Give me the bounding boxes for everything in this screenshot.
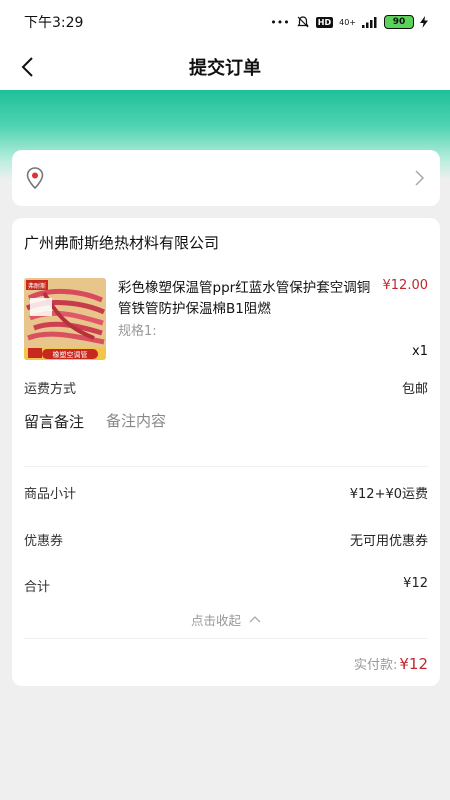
image-brand-tag: 弗耐斯 — [28, 282, 46, 290]
product-spec: 规格1: — [118, 324, 157, 339]
paid-label: 实付款: — [353, 658, 398, 673]
product-image[interactable]: 弗耐斯 橡塑空调管 — [24, 278, 106, 360]
signal-text: 40+ — [339, 17, 356, 27]
coupon-value[interactable]: 无可用优惠券 — [350, 530, 428, 549]
more-dots-icon: ••• — [270, 15, 290, 29]
total-label: 合计 — [24, 580, 51, 595]
paid-row: 实付款: ¥12 — [354, 654, 428, 673]
image-caption: 橡塑空调管 — [53, 350, 88, 359]
product-thumbnail: 弗耐斯 橡塑空调管 — [24, 278, 106, 360]
page-title: 提交订单 — [189, 58, 261, 79]
hd-icon: HD — [315, 16, 334, 28]
back-button[interactable] — [14, 52, 44, 82]
signal-icon — [362, 17, 377, 28]
order-card: 广州弗耐斯绝热材料有限公司 弗耐斯 橡塑空调管 彩色橡塑保温管ppr红蓝水管保护… — [12, 218, 440, 686]
charging-icon — [420, 16, 428, 28]
shop-name: 广州弗耐斯绝热材料有限公司 — [24, 234, 220, 252]
battery-icon: 90 — [384, 15, 414, 29]
chevron-left-icon — [21, 57, 33, 77]
address-selector[interactable] — [12, 150, 440, 206]
product-title[interactable]: 彩色橡塑保温管ppr红蓝水管保护套空调铜管铁管防护保温棉B1阻燃 — [118, 278, 380, 320]
paid-amount: ¥12 — [399, 655, 428, 673]
nav-bar: 提交订单 — [0, 44, 450, 90]
collapse-label: 点击收起 — [191, 613, 242, 628]
shipping-value: 包邮 — [401, 382, 428, 397]
chevron-up-icon — [249, 616, 261, 623]
product-quantity: x1 — [412, 344, 428, 359]
shipping-label: 运费方式 — [24, 382, 77, 397]
collapse-button[interactable]: 点击收起 — [12, 610, 440, 629]
total-value: ¥12 — [403, 576, 428, 591]
bell-muted-icon — [297, 16, 309, 28]
product-price: ¥12.00 — [382, 278, 429, 293]
status-time: 下午3:29 — [24, 15, 84, 31]
status-icons: ••• HD 40+ 90 — [270, 15, 428, 29]
chevron-right-icon — [415, 170, 425, 186]
remark-label: 留言备注 — [24, 413, 85, 431]
subtotal-value: ¥12+¥0运费 — [349, 487, 428, 502]
remark-input[interactable] — [106, 408, 426, 434]
divider — [24, 466, 428, 467]
status-bar: 下午3:29 ••• HD 40+ 90 — [0, 0, 450, 44]
divider — [24, 638, 428, 639]
location-pin-icon — [26, 167, 44, 190]
coupon-label: 优惠券 — [24, 534, 64, 549]
subtotal-label: 商品小计 — [24, 487, 77, 502]
